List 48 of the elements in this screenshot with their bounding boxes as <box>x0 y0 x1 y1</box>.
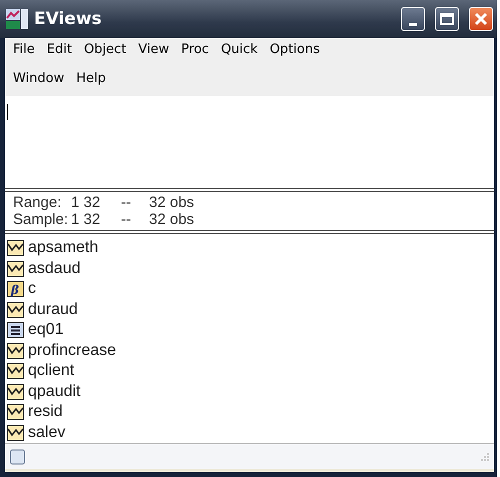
series-icon <box>7 260 24 277</box>
menu-item[interactable]: Quick <box>214 40 264 65</box>
obs-count: 32 obs <box>149 211 194 228</box>
series-icon <box>7 384 24 400</box>
separator: -- <box>121 211 132 228</box>
app-icon <box>6 9 28 29</box>
minimize-icon <box>409 22 417 26</box>
minimize-button[interactable] <box>401 7 425 31</box>
range-label: Sample: <box>13 211 70 228</box>
range-label: Range: <box>13 194 62 211</box>
window-title: EViews <box>34 9 103 29</box>
object-name[interactable]: salev <box>28 424 66 442</box>
maximize-icon <box>440 13 454 25</box>
series-icon <box>7 240 24 256</box>
menu-item[interactable]: Object <box>78 40 132 65</box>
series-icon <box>7 424 24 441</box>
series-icon <box>7 363 24 380</box>
object-name[interactable]: resid <box>28 403 63 422</box>
menu-item[interactable]: Proc <box>175 40 215 65</box>
menu-item[interactable]: Window <box>7 69 70 94</box>
object-name[interactable]: qclient <box>28 362 74 380</box>
object-name[interactable]: duraud <box>28 300 78 319</box>
series-icon <box>7 404 24 420</box>
window-icon[interactable] <box>9 448 26 464</box>
menu-item[interactable]: File <box>7 40 41 65</box>
menu-item[interactable]: Options <box>264 40 326 65</box>
close-icon <box>474 12 488 26</box>
object-name[interactable]: asdaud <box>28 260 80 278</box>
series-icon <box>7 302 24 318</box>
equation-icon <box>7 322 24 338</box>
menu-item[interactable]: View <box>132 40 176 65</box>
object-name[interactable]: profincrease <box>28 342 116 360</box>
command-field[interactable] <box>5 96 494 192</box>
coefficient-icon: β <box>7 281 24 298</box>
object-name[interactable]: c <box>28 280 36 298</box>
obs-count: 32 obs <box>149 194 194 211</box>
object-name[interactable]: apsameth <box>28 239 98 258</box>
separator: -- <box>121 194 132 211</box>
object-name[interactable]: eq01 <box>28 321 64 340</box>
menu-item[interactable]: Edit <box>40 40 78 65</box>
resize-grip-icon[interactable] <box>480 452 490 462</box>
menu-item[interactable]: Help <box>70 69 112 94</box>
maximize-button[interactable] <box>435 7 459 31</box>
range-value: 1 32 <box>71 211 102 228</box>
close-button[interactable] <box>469 7 493 31</box>
range-value: 1 32 <box>71 194 102 211</box>
object-name[interactable]: qpaudit <box>28 382 80 401</box>
series-icon <box>7 342 24 359</box>
